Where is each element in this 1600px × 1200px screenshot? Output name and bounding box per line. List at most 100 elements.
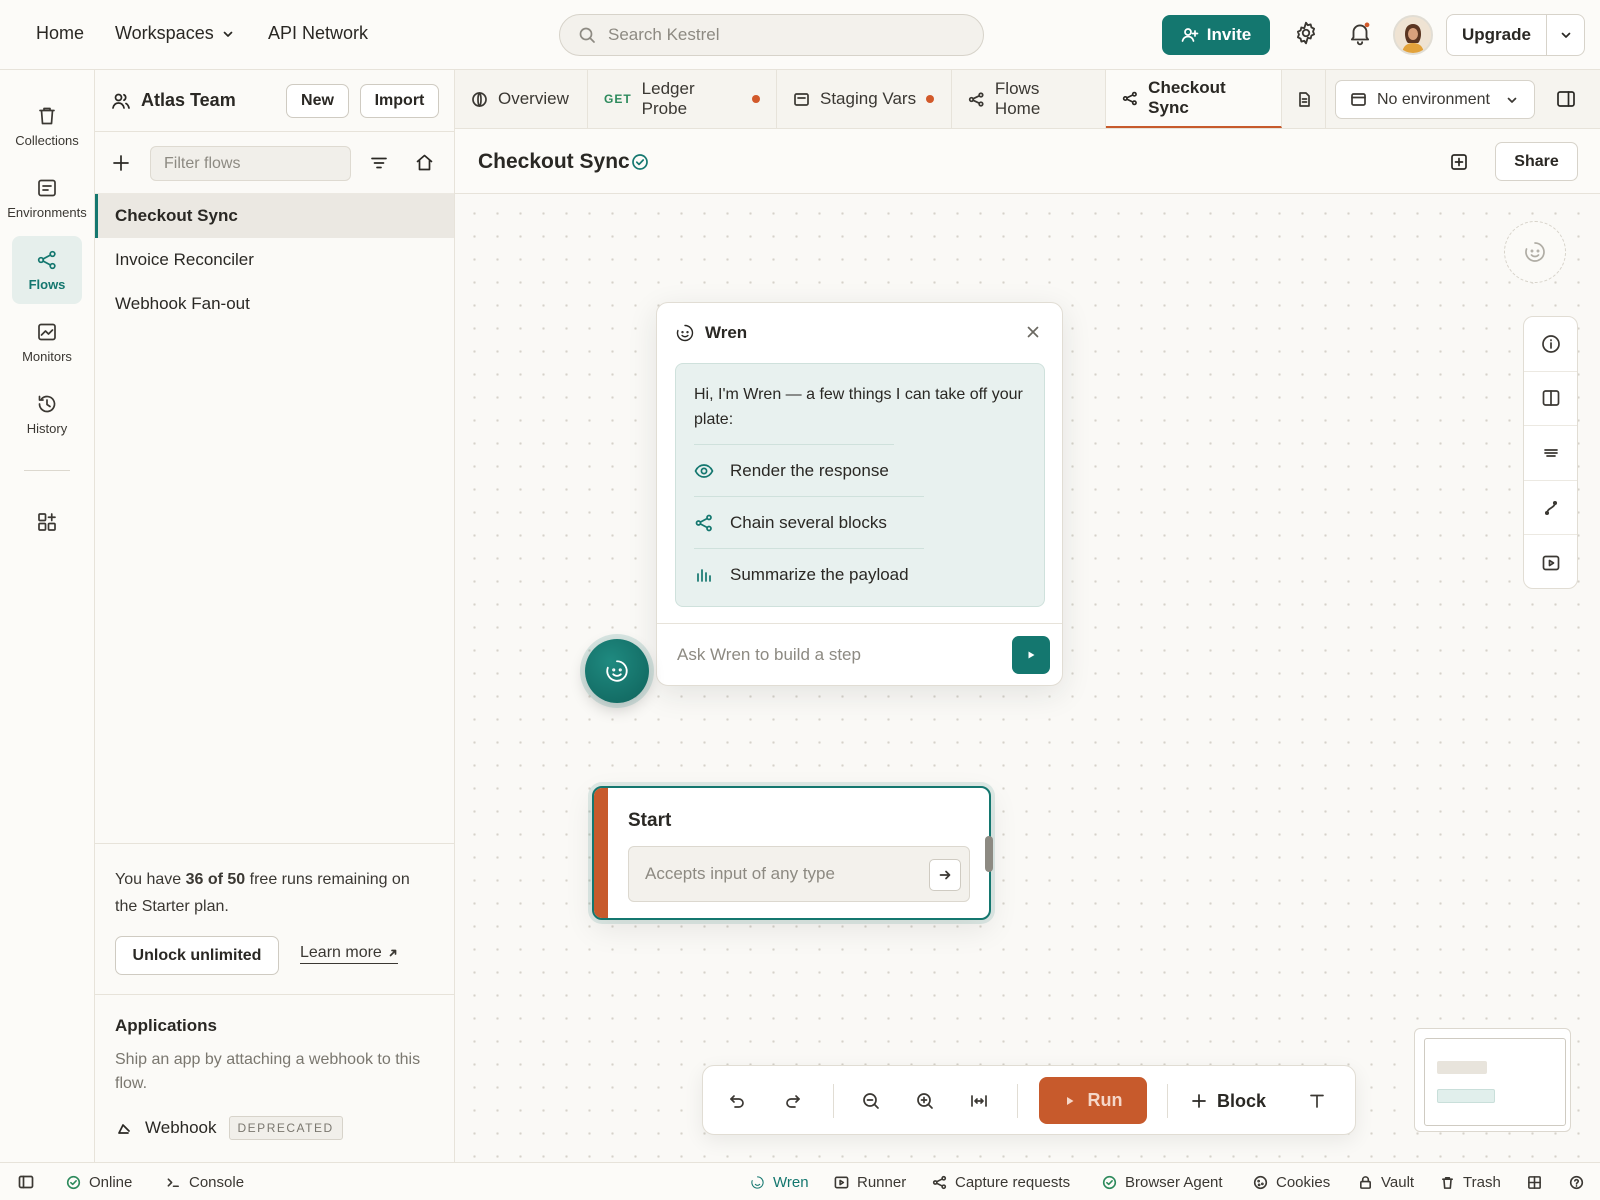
learn-more-link[interactable]: Learn more (300, 944, 398, 964)
split-view-button[interactable] (1524, 372, 1577, 427)
vault-button[interactable]: Vault (1358, 1163, 1414, 1200)
wren-dial-button[interactable] (1504, 221, 1566, 283)
monitor-icon (38, 323, 56, 340)
undo-button[interactable] (719, 1083, 755, 1119)
rail-item-label: Monitors (22, 348, 72, 364)
add-text-button[interactable] (1299, 1083, 1335, 1119)
node-scrollbar[interactable] (985, 836, 993, 872)
rail-item-collections[interactable]: Collections (12, 92, 82, 160)
environment-select[interactable]: No environment (1335, 80, 1535, 119)
upgrade-menu-toggle[interactable] (1547, 29, 1584, 41)
import-button[interactable]: Import (360, 84, 439, 118)
add-block-button[interactable]: Block (1191, 1083, 1266, 1119)
suggestion-chain-blocks[interactable]: Chain several blocks (694, 496, 924, 548)
minimap[interactable] (1414, 1028, 1571, 1132)
rail-item-history[interactable]: History (12, 380, 82, 448)
rail-item-monitors[interactable]: Monitors (12, 308, 82, 376)
wren-launcher-button[interactable] (585, 639, 649, 703)
plus-icon (1192, 1094, 1206, 1108)
quota-text: You have 36 of 50 free runs remaining on… (115, 866, 435, 920)
help-icon (1569, 1175, 1584, 1189)
quota-prefix: You have (115, 871, 182, 888)
tab-overview[interactable]: Overview (455, 70, 588, 128)
applications-title: Applications (115, 1016, 218, 1035)
layout-button[interactable] (1527, 1163, 1542, 1200)
trash-label: Trash (1463, 1173, 1501, 1191)
upgrade-label: Upgrade (1447, 15, 1547, 55)
rail-item-add-widget[interactable] (12, 488, 82, 556)
suggestion-render-response[interactable]: Render the response (694, 444, 894, 496)
invite-button[interactable]: Invite (1162, 15, 1270, 55)
add-panel-button[interactable] (1449, 152, 1469, 172)
capture-requests-button[interactable]: Capture requests (932, 1163, 1070, 1200)
share-nodes-icon (694, 513, 714, 533)
search-input[interactable]: Search Kestrel (559, 14, 984, 56)
zoom-in-button[interactable] (907, 1083, 943, 1119)
start-input-field[interactable]: Accepts input of any type (628, 846, 970, 902)
webhook-app[interactable]: Webhook DEPRECATED (115, 1116, 435, 1140)
toggle-right-panel-button[interactable] (1556, 89, 1576, 109)
online-status[interactable]: Online (66, 1163, 132, 1200)
flow-item-webhook-fan-out[interactable]: Webhook Fan-out (95, 282, 454, 326)
fit-width-button[interactable] (961, 1083, 997, 1119)
filter-flows-input[interactable]: Filter flows (150, 146, 351, 181)
wren-prompt-input[interactable]: Ask Wren to build a step (657, 623, 1062, 686)
start-block[interactable]: Start Accepts input of any type (592, 786, 991, 920)
arrow-right-icon (939, 870, 951, 880)
unlock-unlimited-button[interactable]: Unlock unlimited (115, 936, 279, 975)
avatar[interactable] (1393, 15, 1433, 55)
flow-item-checkout-sync[interactable]: Checkout Sync (95, 194, 454, 238)
suggestion-summarize-payload[interactable]: Summarize the payload (694, 548, 924, 600)
flow-item-invoice-reconciler[interactable]: Invoice Reconciler (95, 238, 454, 282)
align-button[interactable] (1524, 426, 1577, 481)
toggle-sidebar-button[interactable] (18, 1163, 34, 1200)
connector-button[interactable] (1524, 481, 1577, 536)
tab-overflow[interactable] (1282, 70, 1326, 128)
browser-agent-button[interactable]: Browser Agent (1102, 1163, 1223, 1200)
trash-button[interactable]: Trash (1440, 1163, 1501, 1200)
runner-button[interactable]: Runner (834, 1163, 906, 1200)
bell-icon (1350, 22, 1370, 46)
share-button[interactable]: Share (1495, 142, 1578, 181)
flows-sidebar: Atlas Team New Import Filter flows Check… (95, 70, 455, 1162)
rail-item-flows[interactable]: Flows (12, 236, 82, 304)
help-button[interactable] (1569, 1163, 1584, 1200)
webhook-label: Webhook (145, 1118, 217, 1137)
run-button[interactable]: Run (1039, 1077, 1147, 1124)
tab-staging-vars[interactable]: Staging Vars (777, 70, 952, 128)
wren-header: Wren (657, 303, 1062, 363)
wren-status-button[interactable]: Wren (750, 1163, 809, 1200)
flow-title: Checkout Sync (478, 150, 630, 174)
preview-button[interactable] (1524, 535, 1577, 590)
tab-checkout-sync[interactable]: Checkout Sync (1106, 70, 1282, 128)
team-selector[interactable]: Atlas Team (111, 90, 236, 111)
document-icon (1299, 91, 1310, 107)
tab-label: Flows Home (994, 79, 1041, 118)
info-button[interactable] (1524, 317, 1577, 372)
rail-item-environments[interactable]: Environments (7, 164, 87, 232)
close-button[interactable] (1026, 325, 1040, 339)
upgrade-button[interactable]: Upgrade (1446, 14, 1585, 56)
minimap-viewport[interactable] (1424, 1038, 1566, 1126)
cookies-button[interactable]: Cookies (1253, 1163, 1330, 1200)
notifications-button[interactable] (1347, 20, 1373, 46)
search-icon (579, 27, 595, 43)
submit-input-button[interactable] (929, 859, 961, 891)
wren-prompt-placeholder: Ask Wren to build a step (677, 645, 861, 664)
console-button[interactable]: Console (166, 1163, 244, 1200)
add-flow-button[interactable] (112, 154, 130, 172)
settings-button[interactable] (1293, 20, 1319, 46)
zoom-out-button[interactable] (853, 1083, 889, 1119)
new-button[interactable]: New (286, 84, 349, 118)
chevron-down-icon (1507, 97, 1517, 103)
nav-api-network[interactable]: API Network (268, 23, 368, 44)
flow-canvas[interactable]: Wren Hi, I'm Wren — a few things I can t… (455, 194, 1600, 1162)
tab-flows-home[interactable]: Flows Home (952, 70, 1106, 128)
sort-button[interactable] (370, 154, 388, 172)
redo-button[interactable] (775, 1083, 811, 1119)
send-button[interactable] (1012, 636, 1050, 674)
tab-ledger-probe[interactable]: GET Ledger Probe (588, 70, 777, 128)
nav-workspaces[interactable]: Workspaces (115, 23, 234, 44)
nav-home[interactable]: Home (36, 23, 84, 44)
home-button[interactable] (415, 153, 434, 172)
